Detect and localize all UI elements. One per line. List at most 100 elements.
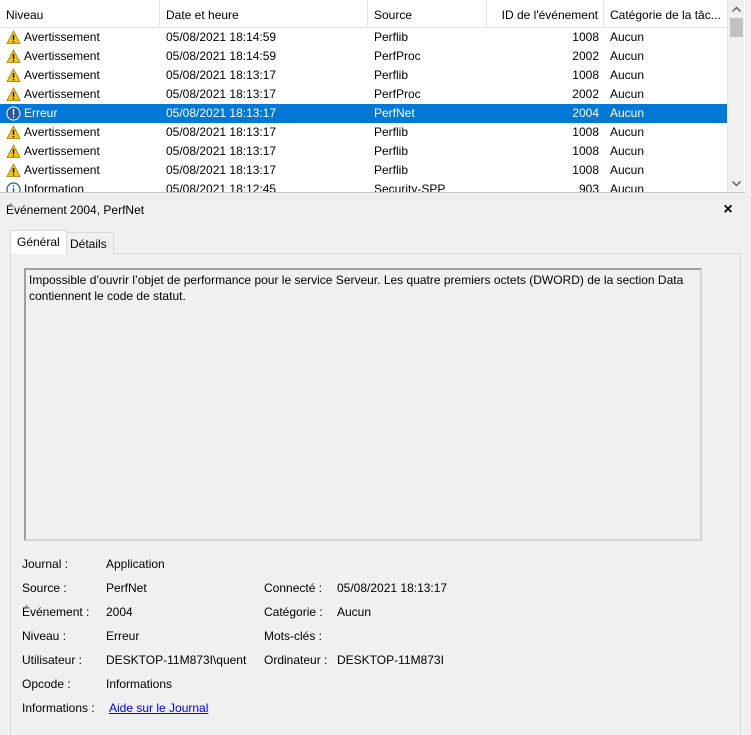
category-value: Aucun — [337, 605, 372, 619]
event-date: 05/08/2021 18:13:17 — [166, 163, 277, 177]
computer-value: DESKTOP-11M873I — [337, 653, 444, 667]
event-level: Information — [24, 182, 85, 193]
list-header: Niveau Date et heure Source ID de l'évén… — [0, 0, 727, 28]
event-row[interactable]: Avertissement 05/08/2021 18:14:59 Perflib 1… — [0, 28, 727, 47]
opcode-value: Informations — [106, 677, 173, 691]
event-source: Perflib — [374, 163, 409, 177]
event-source: PerfProc — [374, 49, 421, 63]
computer-label: Ordinateur : — [264, 653, 328, 667]
event-category: Aucun — [610, 30, 645, 44]
event-id: 1008 — [572, 163, 599, 177]
event-level: Avertissement — [24, 163, 100, 177]
event-detail-title: Événement 2004, PerfNet — [0, 199, 745, 221]
journal-help-link[interactable]: Aide sur le Journal — [109, 699, 208, 717]
close-icon[interactable]: × — [718, 201, 738, 219]
event-level: Avertissement — [24, 125, 100, 139]
event-category: Aucun — [610, 106, 645, 120]
user-value: DESKTOP-11M873I\quent — [106, 653, 247, 667]
opcode-label: Opcode : — [22, 677, 71, 691]
info-icon — [6, 182, 21, 192]
event-id: 2002 — [572, 49, 599, 63]
event-row[interactable]: Avertissement 05/08/2021 18:14:59 PerfProc… — [0, 47, 727, 66]
event-id: 1008 — [572, 144, 599, 158]
event-level: Avertissement — [24, 30, 100, 44]
warning-icon — [6, 68, 21, 83]
event-id: 1008 — [572, 30, 599, 44]
scroll-up-arrow-icon[interactable] — [728, 1, 745, 18]
journal-value: Application — [106, 557, 165, 571]
event-category: Aucun — [610, 144, 645, 158]
event-id: 2004 — [572, 106, 599, 120]
event-id: 1008 — [572, 68, 599, 82]
error-icon — [6, 106, 21, 121]
warning-icon — [6, 144, 21, 159]
event-level: Avertissement — [24, 68, 100, 82]
connected-value: 05/08/2021 18:13:17 — [337, 581, 448, 595]
event-category: Aucun — [610, 182, 645, 193]
event-date: 05/08/2021 18:13:17 — [166, 87, 277, 101]
source-value: PerfNet — [106, 581, 147, 595]
event-description[interactable]: Impossible d’ouvrir l’objet de performan… — [24, 268, 702, 541]
event-id: 903 — [578, 182, 599, 193]
event-date: 05/08/2021 18:13:17 — [166, 125, 277, 139]
event-source: Perflib — [374, 144, 409, 158]
event-category: Aucun — [610, 68, 645, 82]
event-id: 1008 — [572, 125, 599, 139]
column-header-date[interactable]: Date et heure — [160, 0, 368, 28]
event-value: 2004 — [106, 605, 133, 619]
event-date: 05/08/2021 18:13:17 — [166, 68, 277, 82]
event-list[interactable]: Niveau Date et heure Source ID de l'évén… — [0, 0, 745, 193]
column-header-level[interactable]: Niveau — [0, 0, 160, 28]
event-source: Perflib — [374, 68, 409, 82]
event-date: 05/08/2021 18:12:45 — [166, 182, 277, 193]
info-label: Informations : — [22, 701, 95, 715]
column-header-event-id[interactable]: ID de l'événement — [487, 0, 604, 28]
event-level: Avertissement — [24, 49, 100, 63]
vertical-scrollbar[interactable] — [727, 0, 745, 192]
scrollbar-thumb[interactable] — [730, 18, 743, 37]
level-label: Niveau : — [22, 629, 67, 643]
event-source: PerfNet — [374, 106, 415, 120]
warning-icon — [6, 87, 21, 102]
category-label: Catégorie : — [264, 605, 323, 619]
scroll-down-arrow-icon[interactable] — [728, 175, 745, 192]
user-label: Utilisateur : — [22, 653, 83, 667]
event-source: PerfProc — [374, 87, 421, 101]
event-level: Avertissement — [24, 144, 100, 158]
event-source: Perflib — [374, 30, 409, 44]
event-row[interactable]: Erreur 05/08/2021 18:13:17 PerfNet 2004 Aucu… — [0, 104, 727, 123]
event-date: 05/08/2021 18:13:17 — [166, 144, 277, 158]
event-level: Avertissement — [24, 87, 100, 101]
column-header-source[interactable]: Source — [368, 0, 487, 28]
event-row[interactable]: Information 05/08/2021 18:12:45 Security-S… — [0, 180, 727, 193]
event-row[interactable]: Avertissement 05/08/2021 18:13:17 Perflib 1… — [0, 66, 727, 85]
warning-icon — [6, 125, 21, 140]
event-row[interactable]: Avertissement 05/08/2021 18:13:17 PerfProc… — [0, 85, 727, 104]
event-category: Aucun — [610, 87, 645, 101]
event-row[interactable]: Avertissement 05/08/2021 18:13:17 Perflib 1… — [0, 142, 727, 161]
event-source: Security-SPP — [374, 182, 446, 193]
event-date: 05/08/2021 18:14:59 — [166, 30, 277, 44]
source-label: Source : — [22, 581, 67, 595]
event-date: 05/08/2021 18:13:17 — [166, 106, 277, 120]
tab-general[interactable]: Général — [10, 230, 67, 254]
journal-label: Journal : — [22, 557, 69, 571]
warning-icon — [6, 30, 21, 45]
event-row[interactable]: Avertissement 05/08/2021 18:13:17 Perflib 1… — [0, 123, 727, 142]
keywords-label: Mots-clés : — [264, 629, 323, 643]
column-header-category[interactable]: Catégorie de la tâc... — [604, 0, 727, 28]
event-date: 05/08/2021 18:14:59 — [166, 49, 277, 63]
event-level: Erreur — [24, 106, 58, 120]
connected-label: Connecté : — [264, 581, 323, 595]
level-value: Erreur — [106, 629, 140, 643]
event-label: Événement : — [22, 605, 90, 619]
tab-details[interactable]: Détails — [63, 232, 114, 254]
event-category: Aucun — [610, 49, 645, 63]
event-category: Aucun — [610, 163, 645, 177]
event-category: Aucun — [610, 125, 645, 139]
event-rows: Avertissement 05/08/2021 18:14:59 Perflib 1… — [0, 28, 727, 193]
warning-icon — [6, 163, 21, 178]
event-id: 2002 — [572, 87, 599, 101]
event-row[interactable]: Avertissement 05/08/2021 18:13:17 Perflib 1… — [0, 161, 727, 180]
warning-icon — [6, 49, 21, 64]
